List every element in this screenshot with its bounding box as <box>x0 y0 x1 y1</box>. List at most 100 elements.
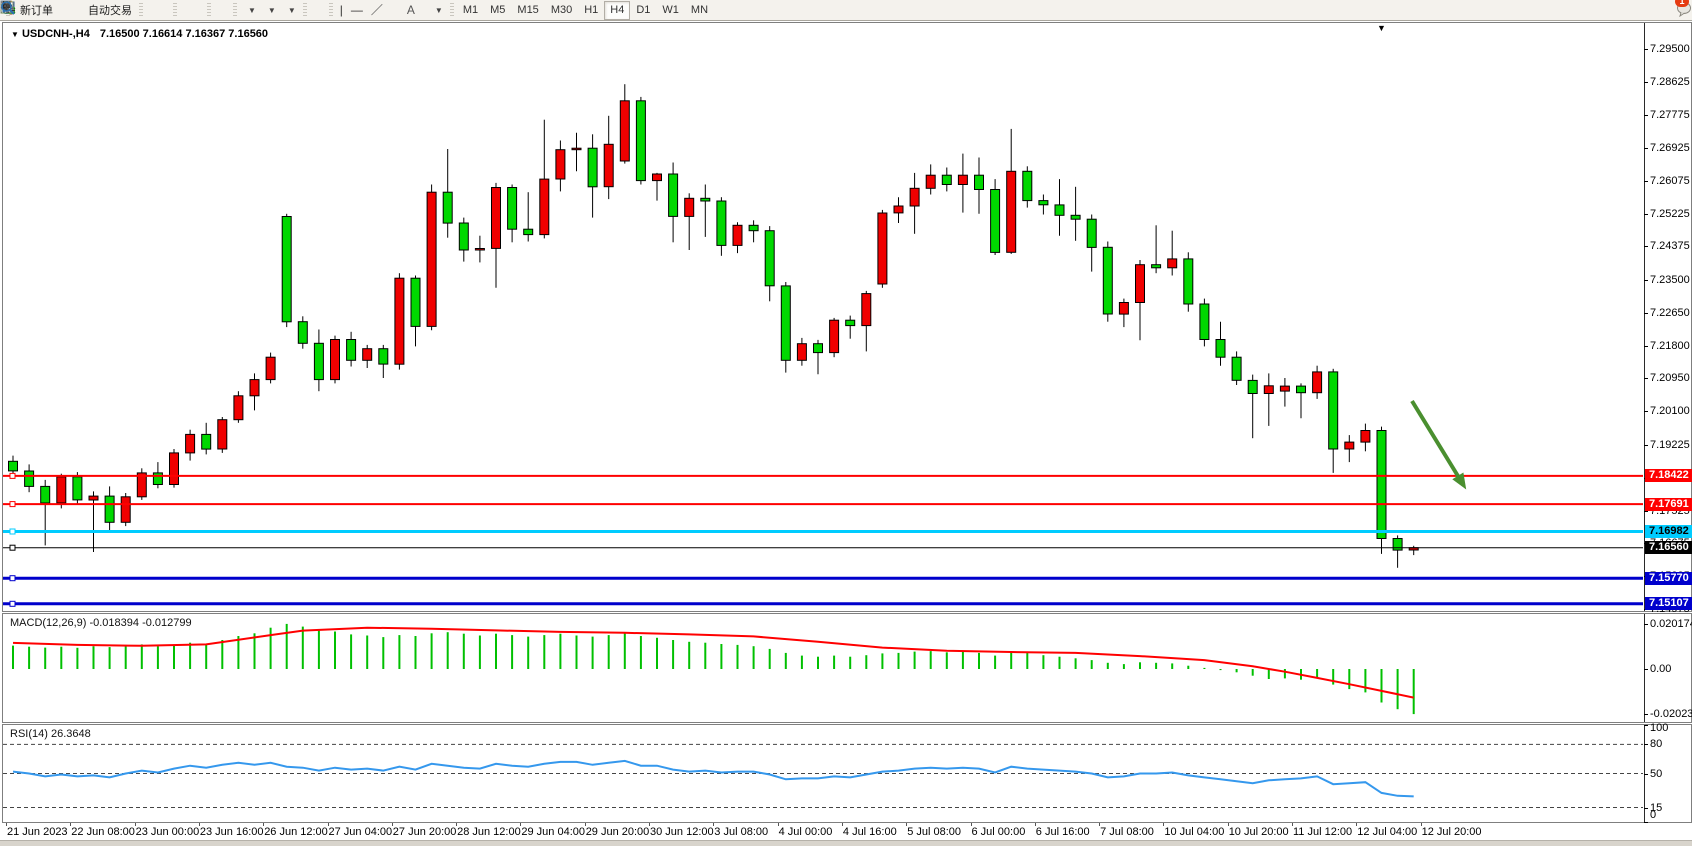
toolbar: 新订单 自动交易 <box>0 0 1692 21</box>
price-tag: 7.16982 <box>1645 525 1692 538</box>
price-axis-separator <box>1644 23 1645 611</box>
price-tick-mark <box>1644 280 1648 281</box>
timeframe-m30-button[interactable]: M30 <box>545 1 578 20</box>
collapse-triangle-icon[interactable]: ▼ <box>11 30 19 39</box>
toolbar-grip[interactable] <box>173 3 177 17</box>
periods-button[interactable]: ▼ <box>260 0 280 20</box>
price-tick-label: 7.23500 <box>1650 274 1690 286</box>
time-axis[interactable]: 21 Jun 202322 Jun 08:0023 Jun 00:0023 Ju… <box>2 823 1692 840</box>
auto-trading-label: 自动交易 <box>88 2 132 18</box>
crosshair-tool-button[interactable] <box>318 0 326 20</box>
vertical-line-tool-button[interactable]: | <box>336 0 347 20</box>
chevron-down-icon: ▼ <box>248 6 256 15</box>
line-anchor-marker[interactable] <box>10 601 15 606</box>
time-tick-label: 12 Jul 04:00 <box>1357 826 1417 838</box>
trading-terminal-window: 新订单 自动交易 <box>0 0 1692 846</box>
broadcast-button[interactable] <box>73 0 81 20</box>
line-anchor-marker[interactable] <box>10 545 15 550</box>
time-tick-label: 21 Jun 2023 <box>7 826 68 838</box>
price-tick-mark <box>1644 313 1648 314</box>
timeframe-h4-button[interactable]: H4 <box>604 1 630 20</box>
line-chart-type-button[interactable] <box>162 0 170 20</box>
price-tick-mark <box>1644 115 1648 116</box>
timeframe-d1-button[interactable]: D1 <box>630 1 656 20</box>
rsi-line <box>13 761 1414 797</box>
search-button[interactable] <box>1659 0 1667 20</box>
price-tick-label: 7.26925 <box>1650 142 1690 154</box>
line-anchor-marker[interactable] <box>10 473 15 478</box>
timeframe-m15-button[interactable]: M15 <box>511 1 544 20</box>
macd-scale-label: -0.020231 <box>1650 708 1692 720</box>
timeframe-h1-button[interactable]: H1 <box>578 1 604 20</box>
toolbar-grip[interactable] <box>233 3 237 17</box>
chart-window-button[interactable] <box>65 0 73 20</box>
toolbar-grip[interactable] <box>139 3 143 17</box>
rsi-scale-label: 80 <box>1650 738 1662 750</box>
channel-tool-button[interactable]: E <box>387 0 395 20</box>
zoom-in-button[interactable] <box>180 0 188 20</box>
candlestick-series <box>9 84 1419 568</box>
toolbar-grip[interactable] <box>207 3 211 17</box>
toolbar-grip[interactable] <box>303 3 307 17</box>
chart-shift-marker-icon[interactable]: ▼ <box>1377 23 1386 33</box>
time-tick-label: 4 Jul 16:00 <box>843 826 897 838</box>
line-anchor-marker[interactable] <box>10 576 15 581</box>
time-tick-label: 23 Jun 00:00 <box>136 826 200 838</box>
price-tick-label: 7.21800 <box>1650 340 1690 352</box>
zoom-out-button[interactable] <box>188 0 196 20</box>
price-tick-mark <box>1644 82 1648 83</box>
time-tick-label: 3 Jul 08:00 <box>714 826 768 838</box>
rsi-tick-mark <box>1644 725 1648 726</box>
cursor-tool-button[interactable] <box>310 0 318 20</box>
rsi-chart <box>3 725 1643 822</box>
arrows-tool-button[interactable]: ▼ <box>427 0 447 20</box>
line-anchor-marker[interactable] <box>10 529 15 534</box>
notifications-button[interactable]: 1 <box>1675 0 1683 20</box>
text-label-tool-button[interactable]: T <box>419 0 427 20</box>
tile-windows-button[interactable] <box>196 0 204 20</box>
time-tick-label: 26 Jun 12:00 <box>264 826 328 838</box>
timeframe-mn-button[interactable]: MN <box>685 1 714 20</box>
price-tick-mark <box>1644 411 1648 412</box>
macd-tick-mark <box>1644 714 1648 715</box>
price-tick-mark <box>1644 511 1648 512</box>
price-tag: 7.17691 <box>1645 498 1692 511</box>
time-tick-label: 22 Jun 08:00 <box>71 826 135 838</box>
chart-shift-button[interactable] <box>222 0 230 20</box>
rsi-panel: RSI(14) 26.3648 1008050150 <box>2 724 1692 823</box>
macd-scale-label: 0.020174 <box>1650 618 1692 630</box>
rsi-tick-mark <box>1644 744 1648 745</box>
price-tag: 7.15107 <box>1645 597 1692 610</box>
horizontal-line-tool-button[interactable]: — <box>347 0 367 20</box>
template-button[interactable]: ▼ <box>280 0 300 20</box>
auto-trading-button[interactable]: 自动交易 <box>81 0 136 20</box>
add-indicator-button[interactable]: ▼ <box>240 0 260 20</box>
toolbar-grip[interactable] <box>329 3 333 17</box>
timeframe-m5-button[interactable]: M5 <box>484 1 511 20</box>
price-tick-label: 7.29500 <box>1650 43 1690 55</box>
time-tick-label: 29 Jun 04:00 <box>521 826 585 838</box>
price-axis-separator <box>1644 614 1645 722</box>
line-anchor-marker[interactable] <box>10 502 15 507</box>
macd-chart <box>3 614 1643 722</box>
cleanup-button[interactable] <box>57 0 65 20</box>
price-tick-mark <box>1644 148 1648 149</box>
chevron-down-icon: ▼ <box>288 6 296 15</box>
time-tick-label: 6 Jul 00:00 <box>972 826 1026 838</box>
timeframe-w1-button[interactable]: W1 <box>656 1 685 20</box>
candlestick-chart-type-button[interactable] <box>154 0 162 20</box>
horizontal-line-icon: — <box>351 4 363 16</box>
fibonacci-tool-button[interactable]: F <box>395 0 403 20</box>
text-tool-button[interactable]: A <box>403 0 419 20</box>
main-chart-panel: ▼ USDCNH-,H4 7.16500 7.16614 7.16367 7.1… <box>2 22 1692 612</box>
time-tick-label: 27 Jun 20:00 <box>393 826 457 838</box>
new-order-button[interactable]: 新订单 <box>13 0 57 20</box>
toolbar-grip[interactable] <box>450 3 454 17</box>
auto-scroll-button[interactable] <box>214 0 222 20</box>
trendline-tool-button[interactable]: ／ <box>367 0 387 20</box>
chart-title: ▼ USDCNH-,H4 7.16500 7.16614 7.16367 7.1… <box>11 28 268 40</box>
bar-chart-type-button[interactable] <box>146 0 154 20</box>
timeframe-m1-button[interactable]: M1 <box>457 1 484 20</box>
chevron-down-icon: ▼ <box>268 6 276 15</box>
price-tick-mark <box>1644 246 1648 247</box>
